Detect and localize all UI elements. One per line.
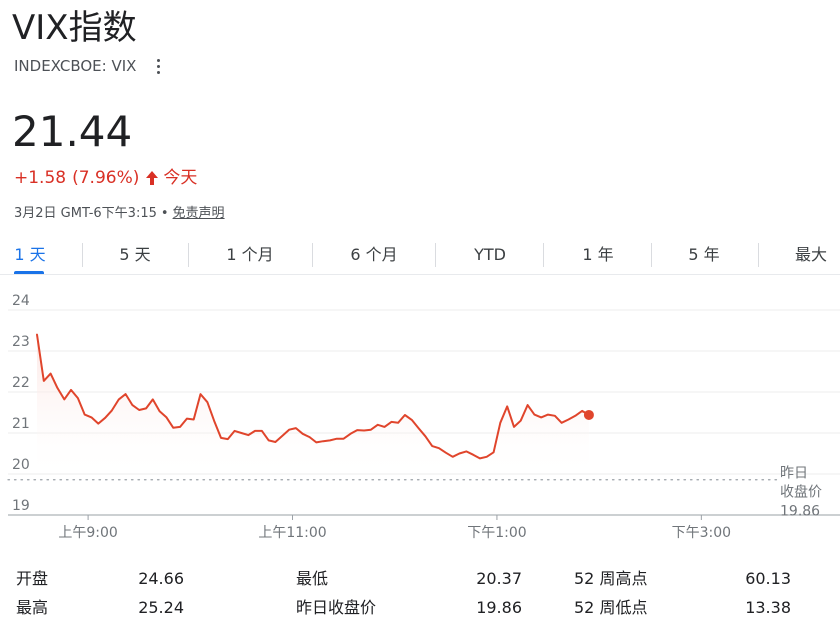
change-percent: (7.96%) xyxy=(72,168,140,188)
more-vert-icon[interactable] xyxy=(150,56,166,76)
stat-52w-low-label: 52 周低点 xyxy=(574,598,648,617)
x-tick-label: 上午9:00 xyxy=(58,525,117,541)
x-tick-label: 下午1:00 xyxy=(467,525,526,541)
page-title: VIX指数 xyxy=(12,8,137,48)
tab-divider xyxy=(312,243,313,267)
tabs-divider-line xyxy=(0,274,840,275)
y-tick-label: 19 xyxy=(12,498,30,514)
stat-52w-high-label: 52 周高点 xyxy=(574,569,648,588)
stat-low-label: 最低 xyxy=(296,569,329,588)
price-chart[interactable]: 19 20 21 22 23 24 上午9:00 上午11:00 下午1:00 下午3:00 昨日收… xyxy=(0,290,840,550)
quote-meta: 3月2日 GMT-6下午3:15 • 免责声明 xyxy=(14,204,225,224)
last-price-dot xyxy=(583,409,594,420)
tab-1-year[interactable]: 1 年 xyxy=(568,240,628,270)
tab-1-month[interactable]: 1 个月 xyxy=(212,240,288,270)
tab-ytd[interactable]: YTD xyxy=(460,240,520,270)
range-tabs: 1 天 5 天 1 个月 6 个月 YTD 1 年 5 年 最大 xyxy=(0,240,840,275)
stat-low-value: 20.37 xyxy=(476,569,522,588)
tab-1-day[interactable]: 1 天 xyxy=(14,240,46,270)
tab-5-day[interactable]: 5 天 xyxy=(105,240,165,270)
tab-max[interactable]: 最大 xyxy=(788,240,834,270)
disclaimer-link[interactable]: 免责声明 xyxy=(173,204,225,224)
ticker-symbol: INDEXCBOE: VIX xyxy=(14,57,137,75)
stat-high-label: 最高 xyxy=(16,598,49,617)
current-price: 21.44 xyxy=(12,107,133,156)
y-tick-label: 22 xyxy=(12,375,30,391)
ticker-row: INDEXCBOE: VIX xyxy=(14,56,166,76)
tab-divider xyxy=(82,243,83,267)
stat-high-value: 25.24 xyxy=(138,598,184,617)
tab-divider xyxy=(758,243,759,267)
tab-6-month[interactable]: 6 个月 xyxy=(336,240,412,270)
tab-5-year[interactable]: 5 年 xyxy=(674,240,734,270)
arrow-up-icon xyxy=(145,170,159,186)
price-change-row: +1.58 (7.96%) 今天 xyxy=(14,166,197,190)
stat-52w-low-value: 13.38 xyxy=(745,598,791,617)
tab-divider xyxy=(543,243,544,267)
y-tick-label: 24 xyxy=(12,293,30,309)
previous-close-label: 昨日 xyxy=(780,466,808,482)
stat-prev-close-value: 19.86 xyxy=(476,598,522,617)
tab-divider xyxy=(188,243,189,267)
tab-divider xyxy=(651,243,652,267)
change-value: +1.58 xyxy=(14,168,67,188)
previous-close-label: 收盘价 xyxy=(780,484,822,501)
x-tick-label: 上午11:00 xyxy=(258,525,326,541)
y-tick-label: 23 xyxy=(12,334,30,350)
stat-open-label: 开盘 xyxy=(16,569,49,588)
tab-divider xyxy=(435,243,436,267)
quote-timestamp: 3月2日 GMT-6下午3:15 xyxy=(14,206,157,221)
stat-prev-close-label: 昨日收盘价 xyxy=(296,598,377,617)
y-tick-label: 21 xyxy=(12,416,30,432)
x-tick-label: 下午3:00 xyxy=(672,525,731,541)
previous-close-label: 19.86 xyxy=(780,504,820,520)
stat-open-value: 24.66 xyxy=(138,569,184,588)
change-period: 今天 xyxy=(163,168,198,188)
y-tick-label: 20 xyxy=(12,457,30,473)
stat-52w-high-value: 60.13 xyxy=(745,569,791,588)
meta-separator: • xyxy=(160,206,169,221)
